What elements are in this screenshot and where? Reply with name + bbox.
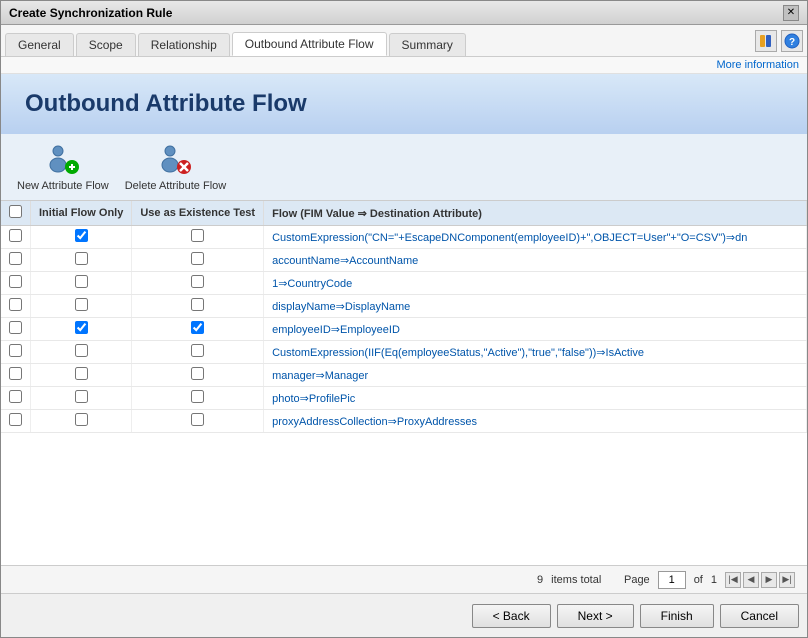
existence-test-checkbox[interactable] bbox=[191, 298, 204, 311]
svg-text:?: ? bbox=[789, 37, 795, 48]
col-existence-header: Use as Existence Test bbox=[132, 201, 264, 226]
flow-text: photo⇒ProfilePic bbox=[264, 387, 807, 410]
new-flow-icon bbox=[43, 142, 83, 178]
select-all-checkbox[interactable] bbox=[9, 205, 22, 218]
existence-test-checkbox[interactable] bbox=[191, 229, 204, 242]
table-container: Initial Flow Only Use as Existence Test … bbox=[1, 201, 807, 565]
total-pages: 1 bbox=[711, 574, 717, 586]
table-header: Initial Flow Only Use as Existence Test … bbox=[1, 201, 807, 226]
first-page-button[interactable]: |◀ bbox=[725, 572, 741, 588]
flow-text: CustomExpression(IIF(Eq(employeeStatus,"… bbox=[264, 341, 807, 364]
initial-flow-checkbox[interactable] bbox=[75, 252, 88, 265]
table-row: employeeID⇒EmployeeID bbox=[1, 318, 807, 341]
last-page-button[interactable]: ▶| bbox=[779, 572, 795, 588]
page-title: Outbound Attribute Flow bbox=[25, 90, 783, 118]
tab-general[interactable]: General bbox=[5, 33, 74, 56]
initial-flow-checkbox[interactable] bbox=[75, 413, 88, 426]
next-button[interactable]: Next > bbox=[557, 604, 634, 628]
cancel-button[interactable]: Cancel bbox=[720, 604, 799, 628]
row-select-checkbox[interactable] bbox=[9, 275, 22, 288]
next-page-button[interactable]: ▶ bbox=[761, 572, 777, 588]
delete-flow-label: Delete Attribute Flow bbox=[125, 180, 227, 192]
existence-test-checkbox[interactable] bbox=[191, 252, 204, 265]
window-title: Create Synchronization Rule bbox=[9, 6, 172, 20]
existence-test-checkbox[interactable] bbox=[191, 390, 204, 403]
table-row: accountName⇒AccountName bbox=[1, 249, 807, 272]
flow-text: displayName⇒DisplayName bbox=[264, 295, 807, 318]
main-window: Create Synchronization Rule ✕ General Sc… bbox=[0, 0, 808, 638]
col-select-header bbox=[1, 201, 31, 226]
table-row: displayName⇒DisplayName bbox=[1, 295, 807, 318]
row-select-checkbox[interactable] bbox=[9, 321, 22, 334]
page-input[interactable] bbox=[658, 571, 686, 589]
tab-relationship[interactable]: Relationship bbox=[138, 33, 230, 56]
row-select-checkbox[interactable] bbox=[9, 390, 22, 403]
flow-text: 1⇒CountryCode bbox=[264, 272, 807, 295]
row-select-checkbox[interactable] bbox=[9, 252, 22, 265]
table-row: photo⇒ProfilePic bbox=[1, 387, 807, 410]
items-label: items total bbox=[551, 574, 601, 586]
initial-flow-checkbox[interactable] bbox=[75, 298, 88, 311]
more-info-link[interactable]: More information bbox=[1, 57, 807, 74]
tab-outbound[interactable]: Outbound Attribute Flow bbox=[232, 32, 387, 56]
title-bar: Create Synchronization Rule ✕ bbox=[1, 1, 807, 25]
tabs-bar: General Scope Relationship Outbound Attr… bbox=[1, 25, 807, 57]
pagination-nav: |◀ ◀ ▶ ▶| bbox=[725, 572, 795, 588]
table-row: manager⇒Manager bbox=[1, 364, 807, 387]
table-row: CustomExpression(IIF(Eq(employeeStatus,"… bbox=[1, 341, 807, 364]
attribute-flow-table: Initial Flow Only Use as Existence Test … bbox=[1, 201, 807, 433]
initial-flow-checkbox[interactable] bbox=[75, 229, 88, 242]
content-area: More information Outbound Attribute Flow bbox=[1, 57, 807, 593]
table-row: 1⇒CountryCode bbox=[1, 272, 807, 295]
close-button[interactable]: ✕ bbox=[783, 5, 799, 21]
tab-scope[interactable]: Scope bbox=[76, 33, 136, 56]
initial-flow-checkbox[interactable] bbox=[75, 344, 88, 357]
tab-summary[interactable]: Summary bbox=[389, 33, 466, 56]
row-select-checkbox[interactable] bbox=[9, 413, 22, 426]
existence-test-checkbox[interactable] bbox=[191, 321, 204, 334]
back-button[interactable]: < Back bbox=[472, 604, 551, 628]
help-icon[interactable]: ? bbox=[781, 30, 803, 52]
pagination-bar: 9 items total Page of 1 |◀ ◀ ▶ ▶| bbox=[1, 565, 807, 593]
initial-flow-checkbox[interactable] bbox=[75, 275, 88, 288]
table-row: proxyAddressCollection⇒ProxyAddresses bbox=[1, 410, 807, 433]
page-label: Page bbox=[624, 574, 650, 586]
row-select-checkbox[interactable] bbox=[9, 367, 22, 380]
finish-button[interactable]: Finish bbox=[640, 604, 714, 628]
row-select-checkbox[interactable] bbox=[9, 229, 22, 242]
flow-text: CustomExpression("CN="+EscapeDNComponent… bbox=[264, 226, 807, 249]
of-label: of bbox=[694, 574, 703, 586]
col-flow-header: Flow (FIM Value ⇒ Destination Attribute) bbox=[264, 201, 807, 226]
toolbar: New Attribute Flow Delete Attribute Flow bbox=[1, 134, 807, 201]
row-select-checkbox[interactable] bbox=[9, 344, 22, 357]
new-flow-label: New Attribute Flow bbox=[17, 180, 109, 192]
existence-test-checkbox[interactable] bbox=[191, 344, 204, 357]
new-attribute-flow-button[interactable]: New Attribute Flow bbox=[17, 142, 109, 192]
table-row: CustomExpression("CN="+EscapeDNComponent… bbox=[1, 226, 807, 249]
delete-attribute-flow-button[interactable]: Delete Attribute Flow bbox=[125, 142, 227, 192]
bottom-bar: < Back Next > Finish Cancel bbox=[1, 593, 807, 637]
col-initial-header: Initial Flow Only bbox=[31, 201, 132, 226]
delete-flow-icon bbox=[155, 142, 195, 178]
flow-text: manager⇒Manager bbox=[264, 364, 807, 387]
flow-text: proxyAddressCollection⇒ProxyAddresses bbox=[264, 410, 807, 433]
prev-page-button[interactable]: ◀ bbox=[743, 572, 759, 588]
initial-flow-checkbox[interactable] bbox=[75, 367, 88, 380]
tab-icons: ? bbox=[755, 30, 803, 56]
existence-test-checkbox[interactable] bbox=[191, 413, 204, 426]
initial-flow-checkbox[interactable] bbox=[75, 390, 88, 403]
initial-flow-checkbox[interactable] bbox=[75, 321, 88, 334]
help-books-icon[interactable] bbox=[755, 30, 777, 52]
page-header: Outbound Attribute Flow bbox=[1, 74, 807, 134]
flow-text: employeeID⇒EmployeeID bbox=[264, 318, 807, 341]
items-count: 9 bbox=[537, 574, 543, 586]
row-select-checkbox[interactable] bbox=[9, 298, 22, 311]
existence-test-checkbox[interactable] bbox=[191, 367, 204, 380]
flow-text: accountName⇒AccountName bbox=[264, 249, 807, 272]
existence-test-checkbox[interactable] bbox=[191, 275, 204, 288]
